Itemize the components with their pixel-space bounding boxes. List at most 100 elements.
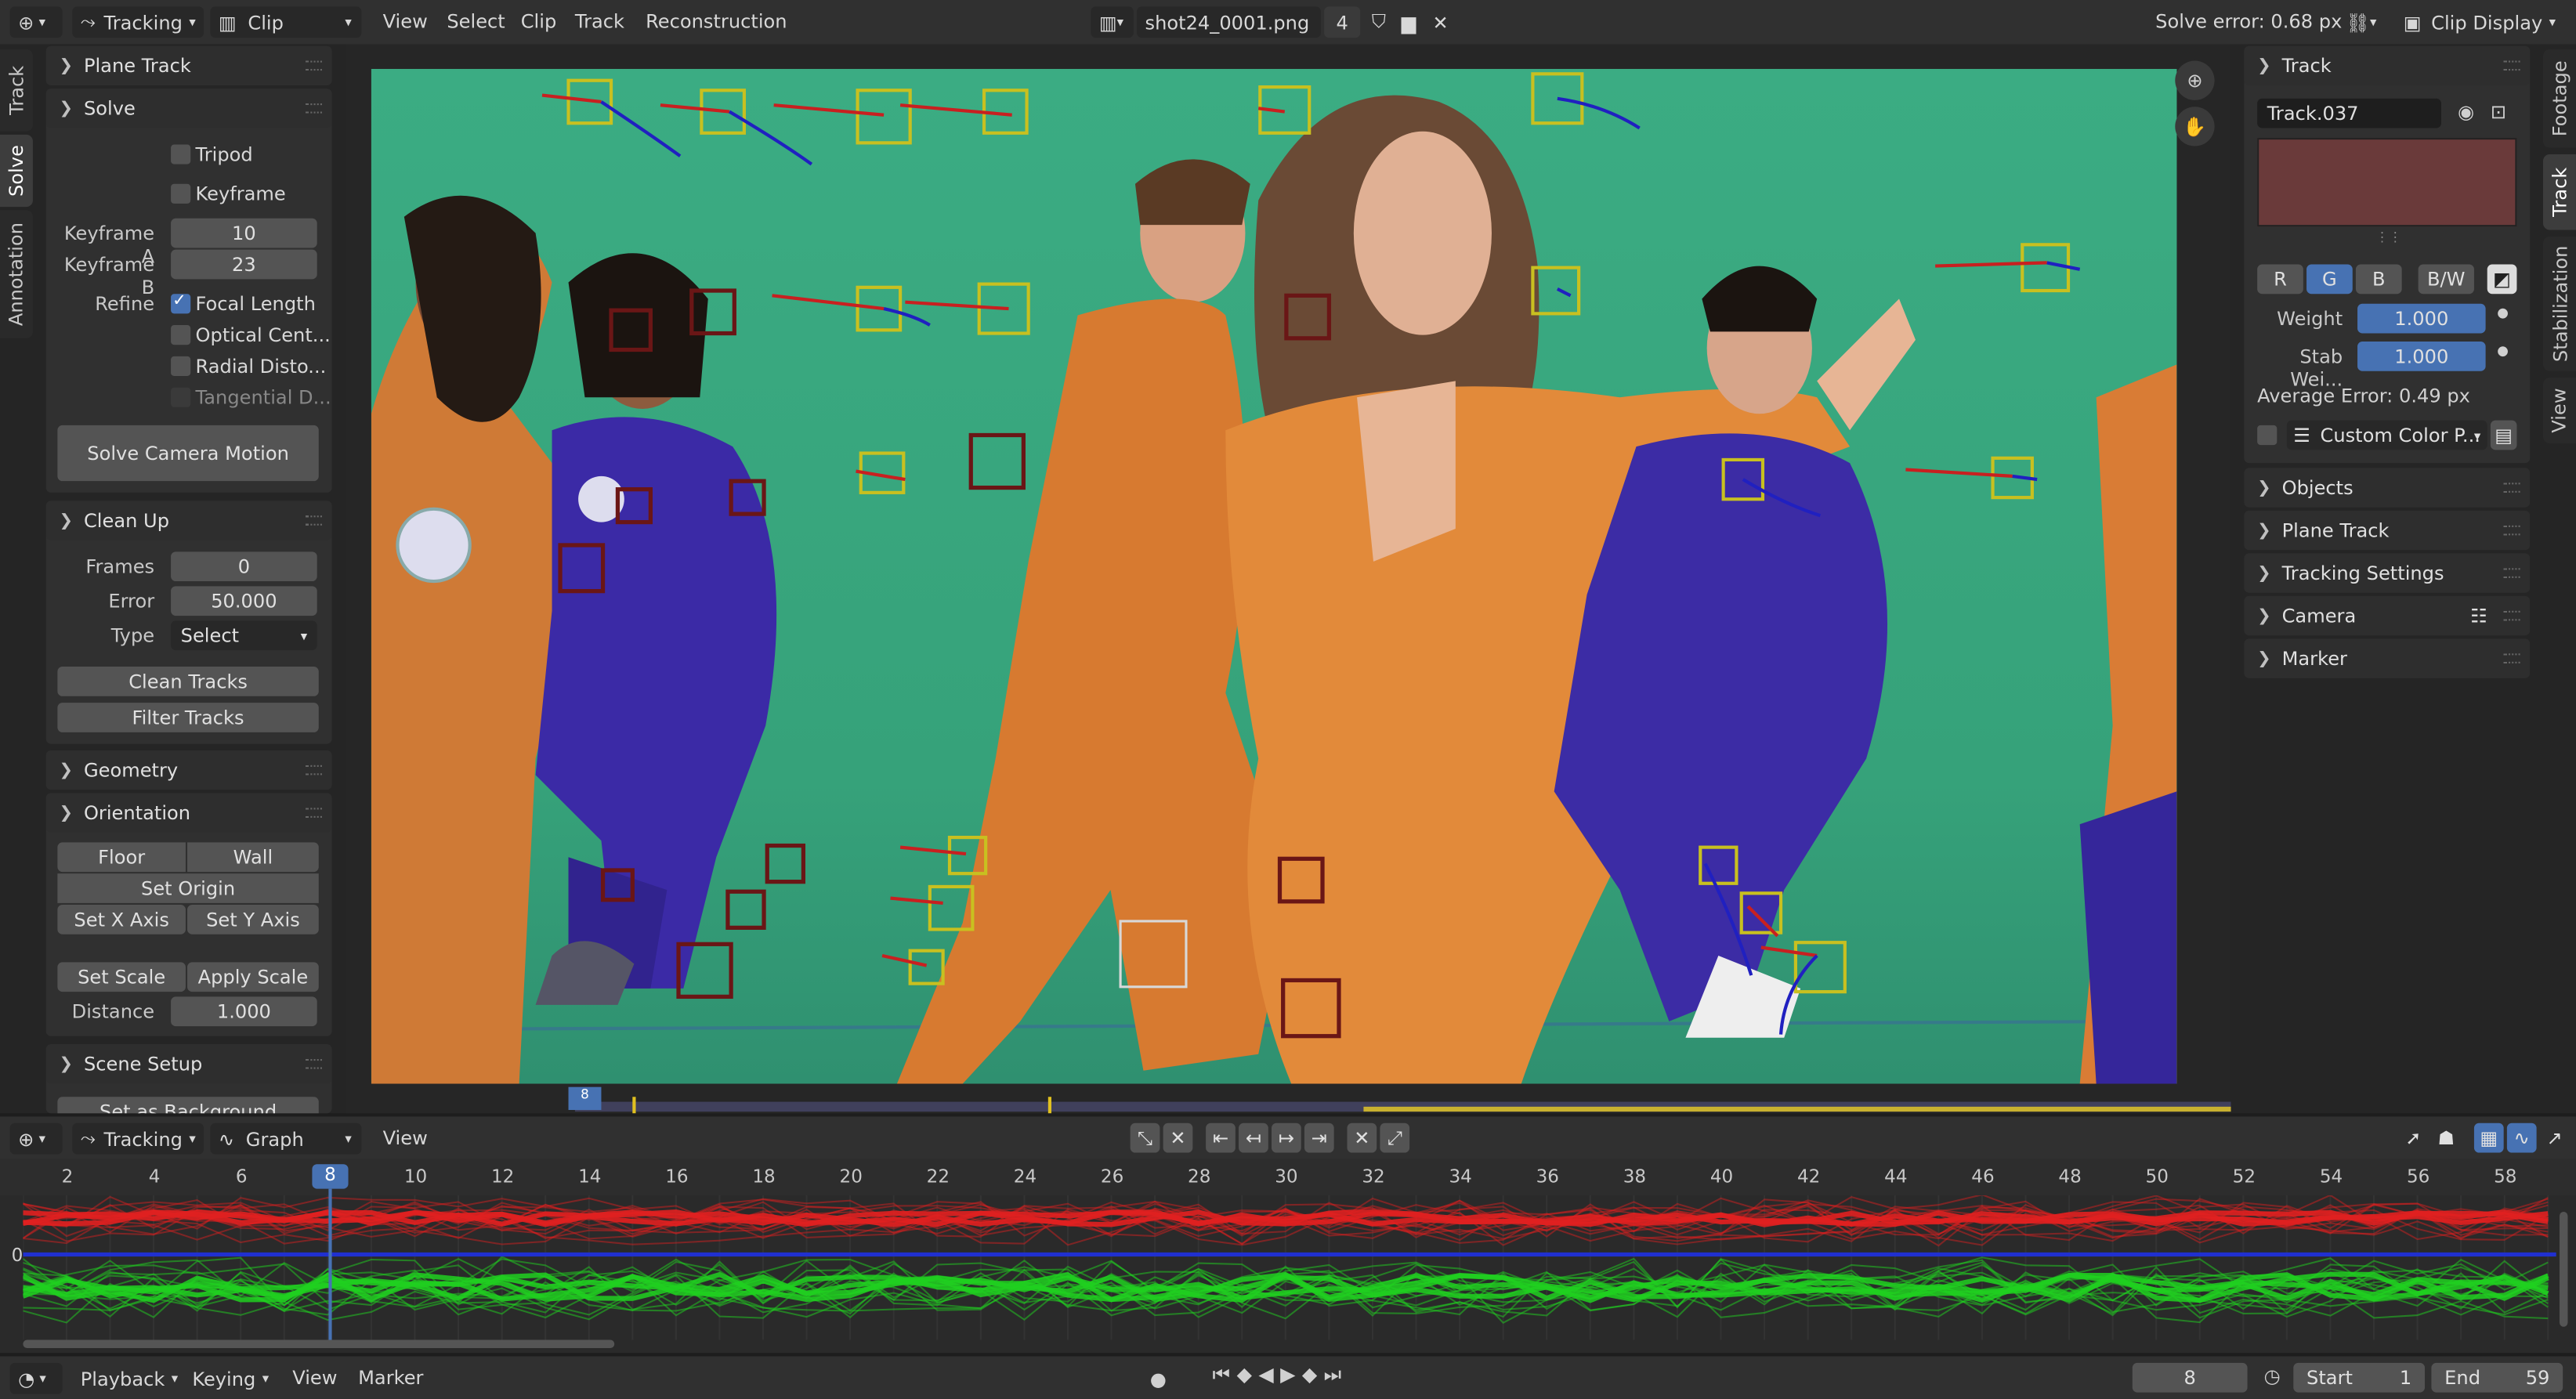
- resize-handle-icon[interactable]: ⋮⋮: [2375, 230, 2402, 244]
- prev-keyframe-icon[interactable]: ◆: [1237, 1363, 1252, 1387]
- next-keyframe-icon[interactable]: ◆: [1302, 1363, 1317, 1387]
- pan-button[interactable]: ✋: [2175, 107, 2215, 146]
- workspace-dropdown[interactable]: ⤳ Tracking ▾: [72, 6, 204, 38]
- scene-setup-section[interactable]: ❯ Scene Setup: [45, 1044, 332, 1084]
- drag-handle-icon[interactable]: [2503, 525, 2520, 536]
- stopwatch-icon[interactable]: ◷: [2264, 1365, 2281, 1387]
- drag-handle-icon[interactable]: [306, 765, 322, 775]
- channel-r-button[interactable]: R: [2257, 264, 2303, 295]
- camera-presets-icon[interactable]: ☷: [2470, 604, 2487, 627]
- disable-marker-icon[interactable]: ✕: [1347, 1122, 1377, 1153]
- open-clip-button[interactable]: ▆: [1393, 6, 1423, 38]
- track-path-icon[interactable]: ⤢: [1380, 1122, 1410, 1153]
- clip-display-dropdown[interactable]: ▣ Clip Display ▾: [2395, 6, 2566, 38]
- fake-user-button[interactable]: ⛉: [1363, 6, 1393, 38]
- clip-users-count[interactable]: 4: [1324, 6, 1361, 38]
- channel-b-button[interactable]: B: [2355, 264, 2402, 295]
- motion-graph[interactable]: [23, 1195, 2556, 1340]
- plane-track-right-section[interactable]: ❯ Plane Track: [2244, 510, 2531, 551]
- drag-handle-icon[interactable]: [306, 1059, 322, 1069]
- link-dropdown[interactable]: ⛓ ▾: [2338, 6, 2387, 38]
- channel-bw-button[interactable]: B/W: [2418, 264, 2474, 295]
- geometry-section[interactable]: ❯ Geometry: [45, 750, 332, 790]
- graph-editor-type-button[interactable]: ⊕ ▾: [9, 1122, 63, 1155]
- start-frame-field[interactable]: Start 1: [2293, 1362, 2426, 1393]
- clip-timeline-bar[interactable]: 8: [345, 1086, 2231, 1114]
- keyframe-checkbox[interactable]: [171, 183, 191, 204]
- graph-menu-view[interactable]: View: [383, 1126, 428, 1149]
- menu-clip[interactable]: Clip: [521, 10, 557, 33]
- menu-view[interactable]: View: [383, 10, 428, 33]
- jump-end-icon[interactable]: ⇥: [1304, 1122, 1334, 1153]
- type-dropdown[interactable]: Select ▾: [171, 620, 317, 651]
- filter-tracks-button[interactable]: Filter Tracks: [57, 703, 319, 732]
- tripod-checkbox[interactable]: [171, 144, 191, 164]
- set-scale-button[interactable]: Set Scale: [57, 962, 186, 992]
- tab-solve[interactable]: Solve: [0, 134, 33, 208]
- drag-handle-icon[interactable]: [2503, 653, 2520, 663]
- current-frame-marker[interactable]: 8: [568, 1086, 602, 1111]
- select-icon[interactable]: ➚: [2398, 1123, 2428, 1153]
- keyframe-dot-icon[interactable]: ●: [2497, 343, 2509, 358]
- clip-frame[interactable]: [371, 69, 2177, 1084]
- clear-after-icon[interactable]: ↦: [1272, 1122, 1301, 1153]
- error-field[interactable]: 50.000: [171, 586, 317, 616]
- clear-before-icon[interactable]: ↤: [1239, 1122, 1268, 1153]
- keying-menu[interactable]: Keying ▾: [184, 1363, 277, 1394]
- mode-dropdown[interactable]: ▥ Clip ▾: [210, 6, 362, 38]
- set-y-axis-button[interactable]: Set Y Axis: [187, 905, 319, 934]
- footer-menu-marker[interactable]: Marker: [358, 1366, 423, 1389]
- keyframe-a-field[interactable]: 10: [171, 218, 317, 248]
- timeline-editor-type-button[interactable]: ◔ ▾: [9, 1362, 63, 1394]
- drag-handle-icon[interactable]: [2503, 60, 2520, 71]
- cleanup-section[interactable]: ❯ Clean Up: [45, 501, 332, 540]
- tab-footage[interactable]: Footage: [2543, 49, 2576, 148]
- end-frame-field[interactable]: End 59: [2431, 1362, 2563, 1393]
- frames-icon[interactable]: ▦: [2473, 1122, 2504, 1153]
- graph-mode-dropdown[interactable]: ∿ Graph ▾: [210, 1122, 362, 1155]
- refine-tangential-distortion-checkbox[interactable]: [171, 387, 191, 407]
- custom-color-dropdown[interactable]: ☰ Custom Color P... ▾: [2286, 420, 2487, 450]
- graph-scrollbar[interactable]: [23, 1339, 615, 1348]
- solve-camera-motion-button[interactable]: Solve Camera Motion: [57, 425, 319, 482]
- drag-handle-icon[interactable]: [2503, 483, 2520, 493]
- custom-color-checkbox[interactable]: [2257, 425, 2278, 446]
- record-button[interactable]: ●: [1143, 1363, 1173, 1394]
- set-as-background-button[interactable]: Set as Background: [57, 1097, 319, 1114]
- eye-icon[interactable]: ◉: [2458, 100, 2474, 123]
- track-section[interactable]: ❯ Track: [2244, 45, 2531, 86]
- graph-v-scrollbar[interactable]: [2559, 1211, 2568, 1327]
- drag-handle-icon[interactable]: [306, 103, 322, 114]
- graph-workspace-dropdown[interactable]: ⤳ Tracking ▾: [72, 1122, 204, 1155]
- drag-handle-icon[interactable]: [2503, 568, 2520, 578]
- drag-handle-icon[interactable]: [306, 60, 322, 71]
- drag-handle-icon[interactable]: [2503, 610, 2520, 621]
- wall-button[interactable]: Wall: [187, 842, 319, 873]
- tab-stabilization[interactable]: Stabilization: [2543, 236, 2576, 371]
- marker-section[interactable]: ❯ Marker: [2244, 638, 2531, 678]
- jump-to-end-icon[interactable]: ⏭: [1324, 1363, 1342, 1387]
- tab-track[interactable]: Track: [0, 49, 33, 132]
- menu-reconstruction[interactable]: Reconstruction: [646, 10, 787, 33]
- clip-browse-button[interactable]: ▥ ▾: [1091, 6, 1134, 38]
- tab-track-right[interactable]: Track: [2543, 154, 2576, 230]
- footer-menu-view[interactable]: View: [292, 1366, 337, 1389]
- drag-handle-icon[interactable]: [306, 515, 322, 526]
- play-icon[interactable]: ▶: [1280, 1363, 1295, 1387]
- clip-name-field[interactable]: shot24_0001.png: [1137, 6, 1321, 38]
- orientation-section[interactable]: ❯ Orientation: [45, 793, 332, 833]
- set-origin-button[interactable]: Set Origin: [57, 873, 319, 903]
- stab-weight-field[interactable]: 1.000: [2357, 342, 2486, 371]
- frames-field[interactable]: 0: [171, 551, 317, 582]
- refine-optical-center-checkbox[interactable]: [171, 325, 191, 345]
- refine-focal-length-checkbox[interactable]: [171, 292, 191, 314]
- tab-annotation[interactable]: Annotation: [0, 210, 33, 338]
- delete-curve-icon[interactable]: ✕: [1163, 1122, 1193, 1153]
- tab-view[interactable]: View: [2543, 378, 2576, 443]
- keyframe-dot-icon[interactable]: ●: [2497, 305, 2509, 320]
- current-frame-field[interactable]: 8: [2132, 1362, 2248, 1393]
- clean-tracks-button[interactable]: Clean Tracks: [57, 667, 319, 696]
- drag-handle-icon[interactable]: [306, 808, 322, 818]
- plane-track-section[interactable]: ❯ Plane Track: [45, 45, 332, 86]
- color-preset-button[interactable]: ▤: [2490, 420, 2517, 450]
